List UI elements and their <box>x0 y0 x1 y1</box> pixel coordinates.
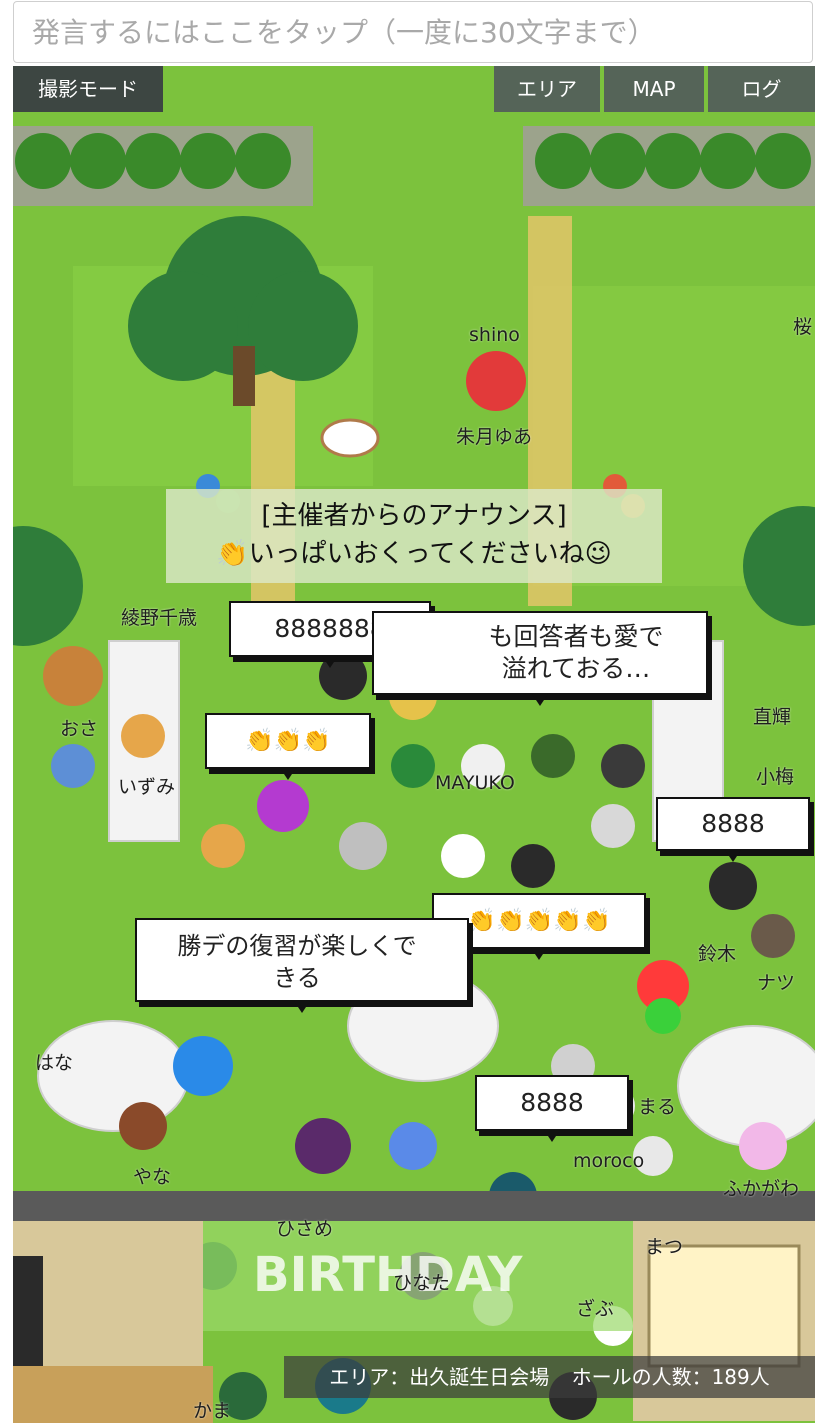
announcement-message: 👏いっぱいおくってくださいね😉 <box>216 539 612 569</box>
red-balloon <box>466 351 526 411</box>
window-left <box>13 1256 43 1376</box>
area-button[interactable]: エリア <box>494 66 600 112</box>
player-name: moroco <box>573 1150 645 1172</box>
player-name: おさ <box>60 718 99 740</box>
speech-bubble: も回答者も愛で溢れておる… <box>372 611 708 706</box>
chat-input[interactable] <box>13 1 813 63</box>
player-name: MAYUKO <box>435 772 515 794</box>
log-button[interactable]: ログ <box>708 66 815 112</box>
player-name: ざぶ <box>576 1298 615 1320</box>
speech-bubble: 👏👏👏 <box>205 713 371 780</box>
floor-left <box>13 1366 213 1423</box>
game-viewport[interactable]: BIRTHDAY shino 朱月ゆあ 綾野千歳 桜 おさ いずみ 直輝 小梅 … <box>13 66 815 1423</box>
area-name: エリア：出久誕生日会場 <box>329 1365 550 1389</box>
player-name: ひさめ <box>276 1218 334 1240</box>
speech-bubble: 8888 <box>475 1075 629 1142</box>
player-name: 桜 <box>793 316 813 338</box>
player-name: shino <box>469 324 520 346</box>
map-button[interactable]: MAP <box>604 66 704 112</box>
tea-cup <box>320 418 380 458</box>
player-name: 朱月ゆあ <box>456 426 533 448</box>
player-name: ナツ <box>757 972 796 994</box>
birthday-banner-text: BIRTHDAY <box>253 1247 524 1303</box>
player-name: 鈴木 <box>698 943 737 965</box>
player-name: ひなた <box>393 1272 451 1294</box>
hall-population: ホールの人数：189人 <box>571 1365 770 1389</box>
photo-mode-button[interactable]: 撮影モード <box>13 66 163 112</box>
window-right <box>647 1244 801 1368</box>
player-name: 綾野千歳 <box>121 607 198 629</box>
player-name: 直輝 <box>753 706 792 728</box>
player-name: まつ <box>645 1236 684 1258</box>
announcement-title: [主催者からのアナウンス] <box>261 501 567 531</box>
announcement-panel: [主催者からのアナウンス] 👏いっぱいおくってくださいね😉 <box>166 489 662 583</box>
building-roof <box>13 1191 815 1221</box>
player-name: ふかがわ <box>723 1178 800 1200</box>
player-name: 小梅 <box>756 766 795 788</box>
player-name: やな <box>133 1166 172 1188</box>
status-bar: エリア：出久誕生日会場 ホールの人数：189人 <box>284 1356 815 1398</box>
speech-bubble: 勝デの復習が楽しくできる <box>135 918 469 1013</box>
player-name: はな <box>35 1052 74 1074</box>
speech-bubble: 8888 <box>656 797 810 862</box>
game-map: BIRTHDAY <box>13 66 815 1423</box>
player-name: まる <box>638 1096 677 1118</box>
player-name: いずみ <box>118 776 176 798</box>
player-name: かま <box>193 1400 232 1422</box>
